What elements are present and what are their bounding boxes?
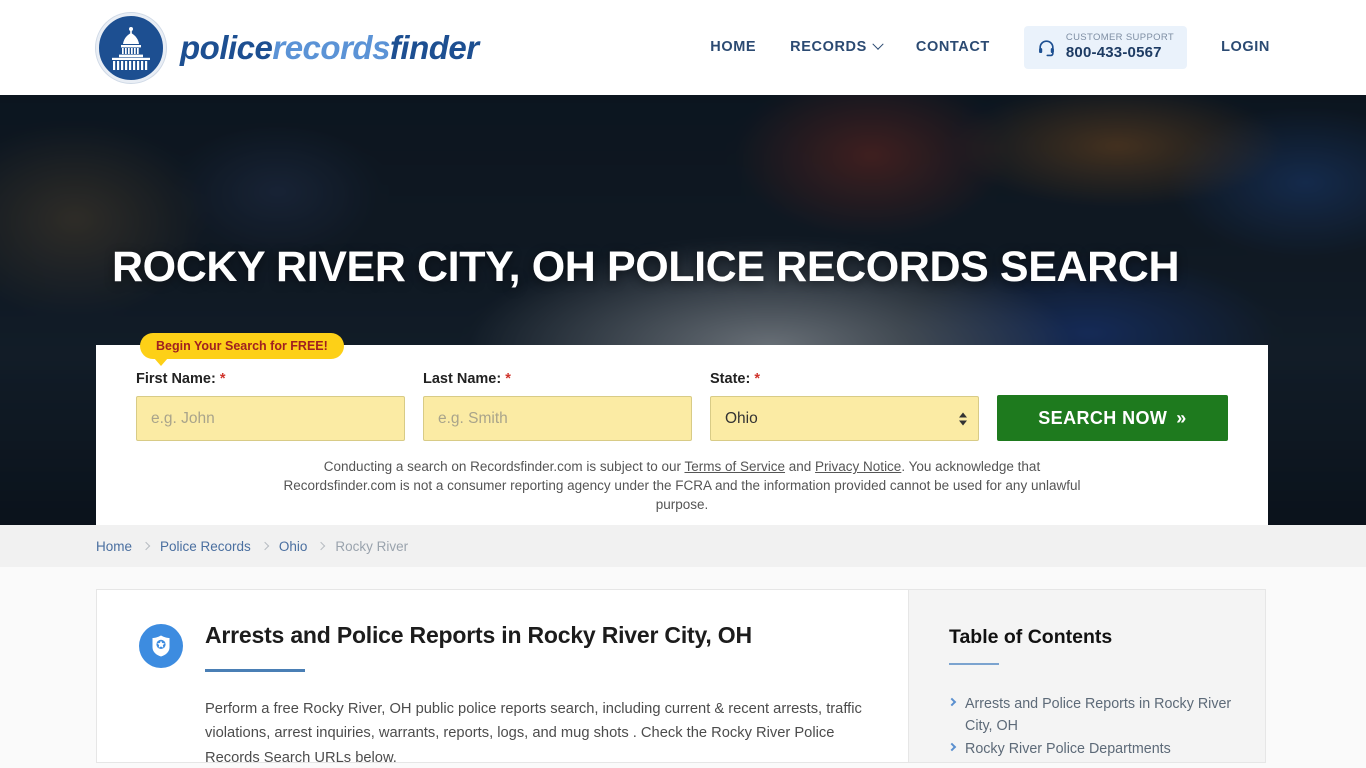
chevron-right-icon	[317, 541, 326, 551]
nav-label-records: RECORDS	[790, 39, 867, 56]
logo-word-records: records	[272, 28, 390, 66]
breadcrumb-home[interactable]: Home	[96, 539, 132, 554]
double-chevron-right-icon: »	[1176, 407, 1187, 428]
breadcrumb-ohio[interactable]: Ohio	[279, 539, 308, 554]
state-label: State: *	[710, 371, 979, 387]
section-paragraph: Perform a free Rocky River, OH public po…	[205, 700, 862, 766]
section-header: Arrests and Police Reports in Rocky Rive…	[139, 622, 868, 672]
state-select[interactable]: Ohio	[710, 396, 979, 441]
disclaimer-part-2: and	[785, 459, 816, 474]
hero-section: ROCKY RIVER CITY, OH POLICE RECORDS SEAR…	[0, 95, 1366, 525]
headset-icon	[1037, 38, 1056, 57]
search-form-row: First Name: * Last Name: * State: *	[136, 371, 1228, 441]
last-name-field-group: Last Name: *	[423, 371, 692, 441]
section-underline	[205, 668, 305, 672]
nav-item-home[interactable]: HOME	[710, 39, 756, 55]
breadcrumb-bar: Home Police Records Ohio Rocky River	[0, 525, 1366, 567]
toc-list: Arrests and Police Reports in Rocky Rive…	[947, 693, 1237, 768]
toc-item-label: Rocky River Police Departments	[965, 741, 1171, 758]
table-of-contents: Table of Contents Arrests and Police Rep…	[908, 589, 1266, 763]
first-name-field-group: First Name: *	[136, 371, 405, 441]
search-now-label: SEARCH NOW	[1038, 407, 1168, 428]
terms-of-service-link[interactable]: Terms of Service	[684, 459, 785, 474]
breadcrumb: Home Police Records Ohio Rocky River	[96, 539, 408, 554]
required-asterisk: *	[505, 371, 511, 387]
chevron-right-icon	[260, 541, 270, 551]
capitol-dome-icon	[96, 12, 166, 83]
site-header: policerecordsfinder HOME RECORDS CONTACT	[0, 0, 1366, 95]
privacy-notice-link[interactable]: Privacy Notice	[815, 459, 901, 474]
article-card: Arrests and Police Reports in Rocky Rive…	[96, 589, 908, 766]
first-name-input[interactable]	[136, 396, 405, 441]
support-phone: 800-433-0567	[1065, 44, 1162, 62]
support-label: CUSTOMER SUPPORT	[1065, 32, 1175, 44]
chevron-right-icon	[141, 541, 151, 551]
nav-item-login[interactable]: LOGIN	[1221, 39, 1270, 55]
customer-support-badge[interactable]: CUSTOMER SUPPORT 800-433-0567	[1023, 26, 1188, 69]
toc-item-label: Arrests and Police Reports in Rocky Rive…	[965, 696, 1232, 735]
first-name-label: First Name: *	[136, 371, 405, 387]
breadcrumb-police-records[interactable]: Police Records	[160, 539, 251, 554]
disclaimer-part-1: Conducting a search on Recordsfinder.com…	[323, 459, 685, 474]
chevron-right-icon	[947, 743, 957, 752]
logo-wordmark: policerecordsfinder	[180, 29, 479, 67]
last-name-label-text: Last Name:	[423, 371, 502, 387]
main-navigation: HOME RECORDS CONTACT CUSTOMER SUPPORT 80…	[710, 26, 1270, 69]
chevron-right-icon	[947, 697, 957, 707]
support-text: CUSTOMER SUPPORT 800-433-0567	[1065, 32, 1175, 62]
section-title: Arrests and Police Reports in Rocky Rive…	[205, 622, 752, 648]
last-name-input[interactable]	[423, 396, 692, 441]
search-disclaimer: Conducting a search on Recordsfinder.com…	[267, 457, 1097, 514]
logo-word-finder: finder	[389, 28, 479, 66]
state-field-group: State: * Ohio	[710, 371, 979, 441]
search-form-card: First Name: * Last Name: * State: *	[96, 345, 1268, 525]
nav-item-records[interactable]: RECORDS	[790, 38, 884, 56]
state-label-text: State:	[710, 371, 751, 387]
toc-item-arrests-and-police-reports[interactable]: Arrests and Police Reports in Rocky Rive…	[947, 693, 1237, 737]
chevron-down-icon	[872, 38, 884, 51]
required-asterisk: *	[219, 371, 226, 387]
breadcrumb-rocky-river: Rocky River	[335, 538, 409, 554]
main-content: Arrests and Police Reports in Rocky Rive…	[0, 567, 1366, 766]
begin-search-badge[interactable]: Begin Your Search for FREE!	[140, 333, 344, 366]
state-select-wrapper: Ohio	[710, 396, 979, 441]
nav-label-login: LOGIN	[1221, 39, 1270, 56]
section-title-block: Arrests and Police Reports in Rocky Rive…	[205, 622, 752, 672]
last-name-label: Last Name: *	[423, 371, 692, 387]
required-asterisk: *	[754, 371, 760, 387]
page-title: ROCKY RIVER CITY, OH POLICE RECORDS SEAR…	[112, 243, 1180, 291]
search-now-button[interactable]: SEARCH NOW »	[997, 395, 1228, 441]
logo-word-police: police	[180, 28, 273, 66]
police-badge-icon	[139, 624, 183, 668]
nav-label-home: HOME	[710, 39, 757, 56]
toc-underline	[949, 663, 999, 665]
site-logo[interactable]: policerecordsfinder	[96, 12, 479, 83]
nav-item-contact[interactable]: CONTACT	[916, 39, 990, 55]
first-name-label-text: First Name:	[136, 371, 216, 387]
toc-item-police-departments[interactable]: Rocky River Police Departments	[947, 738, 1237, 760]
nav-label-contact: CONTACT	[915, 39, 990, 56]
toc-title: Table of Contents	[949, 626, 1113, 648]
